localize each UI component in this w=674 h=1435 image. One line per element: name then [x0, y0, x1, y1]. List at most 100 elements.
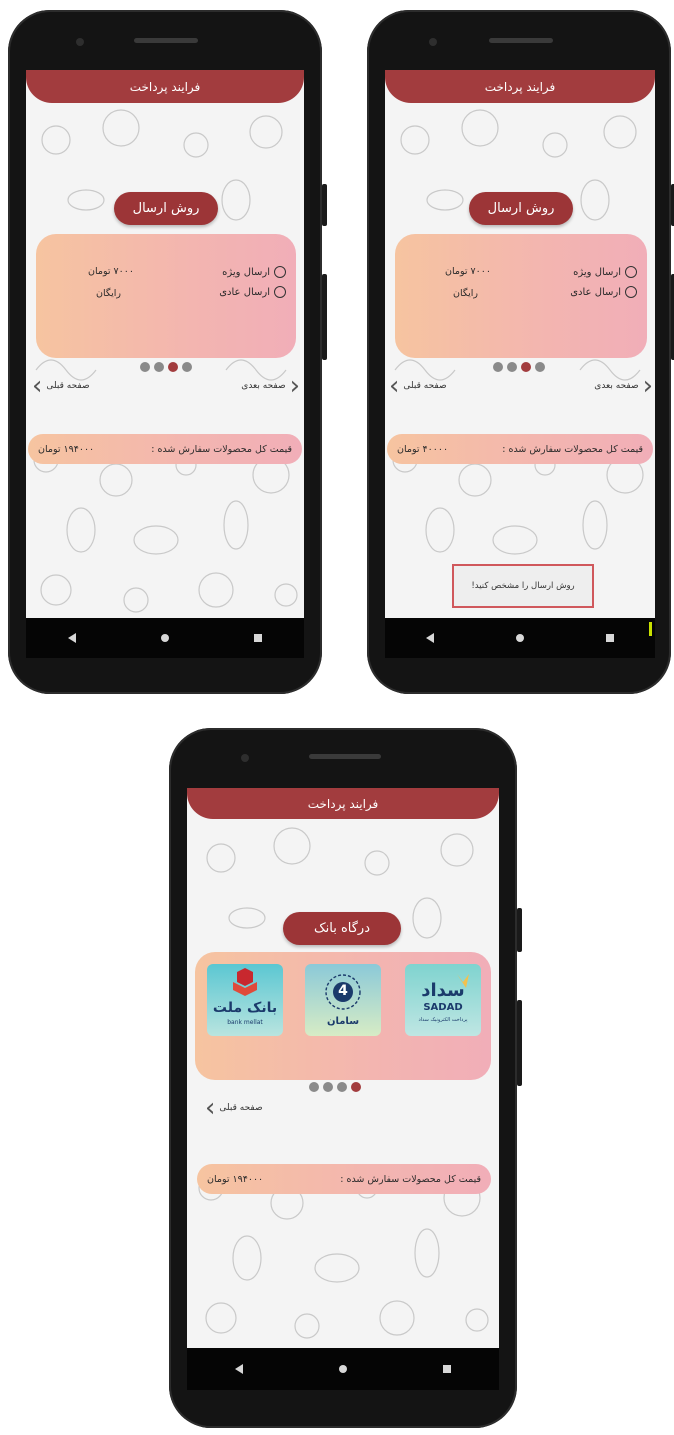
option-express-price: ۷۰۰۰ تومان	[445, 266, 491, 277]
radio-express[interactable]	[625, 266, 637, 278]
green-edge-marker	[649, 622, 652, 636]
back-icon[interactable]	[235, 1364, 243, 1374]
page-dot	[323, 1082, 333, 1092]
saman-logo-text: سامان	[326, 1016, 360, 1027]
page-dot	[154, 362, 164, 372]
power-button	[322, 184, 327, 226]
pill-label: روش ارسال	[132, 201, 200, 216]
app-screen: فرایند پرداخت درگاه بانک سداد SADAD پردا…	[187, 788, 499, 1348]
recents-icon[interactable]	[253, 634, 262, 642]
chevron-right-icon: ›	[642, 371, 653, 401]
chevron-left-icon: ‹	[205, 1093, 216, 1123]
phone-bottom: فرایند پرداخت درگاه بانک سداد SADAD پردا…	[169, 728, 522, 1428]
page-dot	[182, 362, 192, 372]
bank-mellat-button[interactable]: بانک ملت bank mellat	[207, 964, 283, 1036]
earpiece-speaker	[309, 754, 381, 759]
shipping-options-card: ارسال ویژه ۷۰۰۰ تومان ارسال عادی رایگان	[395, 234, 647, 358]
option-express[interactable]: ارسال ویژه	[222, 266, 286, 278]
next-page-button[interactable]: صفحه بعدی ›	[241, 371, 300, 401]
page-dot	[140, 362, 150, 372]
option-standard-price: رایگان	[96, 288, 121, 299]
bank-saman-button[interactable]: 4 سامان	[305, 964, 381, 1036]
total-value: ۴۰۰۰۰ تومان	[397, 443, 449, 455]
order-total-bar: قیمت کل محصولات سفارش شده : ۱۹۴۰۰۰ تومان	[28, 434, 302, 464]
phone-right: فرایند پرداخت روش ارسال ارسال ویژه ۷۰۰۰ …	[367, 10, 674, 694]
home-icon[interactable]	[339, 1365, 347, 1373]
next-page-label: صفحه بعدی	[594, 381, 639, 391]
chevron-left-icon: ‹	[32, 371, 43, 401]
pill-label: روش ارسال	[487, 201, 555, 216]
pill-label: درگاه بانک	[314, 921, 370, 936]
back-icon[interactable]	[426, 633, 434, 643]
bank-gateway-pill: درگاه بانک	[283, 912, 401, 945]
header-title: فرایند پرداخت	[307, 796, 379, 811]
bank-sadad-button[interactable]: سداد SADAD پرداخت الکترونیک سداد	[405, 964, 481, 1036]
total-value: ۱۹۴۰۰۰ تومان	[207, 1173, 264, 1185]
option-express[interactable]: ارسال ویژه	[573, 266, 637, 278]
option-standard-label: ارسال عادی	[219, 286, 270, 298]
total-label: قیمت کل محصولات سفارش شده :	[151, 443, 292, 455]
page-dot-active	[168, 362, 178, 372]
home-icon[interactable]	[516, 634, 524, 642]
validation-toast: روش ارسال را مشخص کنید!	[452, 564, 594, 608]
page-dot	[309, 1082, 319, 1092]
header-title: فرایند پرداخت	[129, 79, 201, 94]
mellat-logo-text: بانک ملت	[212, 1000, 278, 1016]
total-label: قیمت کل محصولات سفارش شده :	[502, 443, 643, 455]
phone-left: فرایند پرداخت روش ارسال ارسال ویژه ۷۰۰۰ …	[8, 10, 327, 694]
radio-express[interactable]	[274, 266, 286, 278]
sadad-logo-sub: SADAD	[423, 1002, 463, 1013]
saman-logo-number: 4	[338, 983, 348, 999]
power-button	[517, 908, 522, 952]
app-screen: فرایند پرداخت روش ارسال ارسال ویژه ۷۰۰۰ …	[385, 70, 655, 618]
front-camera	[241, 754, 249, 762]
chevron-right-icon: ›	[289, 371, 300, 401]
page-indicator	[309, 1082, 361, 1092]
front-camera	[76, 38, 84, 46]
page-dot-active	[521, 362, 531, 372]
earpiece-speaker	[134, 38, 198, 43]
option-standard-price: رایگان	[453, 288, 478, 299]
radio-standard[interactable]	[625, 286, 637, 298]
next-page-label: صفحه بعدی	[241, 381, 286, 391]
order-total-bar: قیمت کل محصولات سفارش شده : ۴۰۰۰۰ تومان	[387, 434, 653, 464]
prev-page-button[interactable]: ‹ صفحه قبلی	[32, 371, 90, 401]
option-express-label: ارسال ویژه	[573, 266, 621, 278]
recents-icon[interactable]	[606, 634, 614, 642]
shipping-options-card: ارسال ویژه ۷۰۰۰ تومان ارسال عادی رایگان	[36, 234, 296, 358]
bank-gateway-card: سداد SADAD پرداخت الکترونیک سداد 4 سامان	[195, 952, 491, 1080]
page-dot	[493, 362, 503, 372]
total-value: ۱۹۴۰۰۰ تومان	[38, 443, 95, 455]
volume-button	[517, 1000, 522, 1086]
page-dot-active	[351, 1082, 361, 1092]
prev-page-label: صفحه قبلی	[46, 381, 90, 391]
prev-page-label: صفحه قبلی	[403, 381, 447, 391]
app-screen: فرایند پرداخت روش ارسال ارسال ویژه ۷۰۰۰ …	[26, 70, 304, 618]
header-bar: فرایند پرداخت	[385, 70, 655, 103]
option-standard-label: ارسال عادی	[570, 286, 621, 298]
order-total-bar: قیمت کل محصولات سفارش شده : ۱۹۴۰۰۰ تومان	[197, 1164, 491, 1194]
prev-page-button[interactable]: ‹ صفحه قبلی	[389, 371, 447, 401]
option-express-price: ۷۰۰۰ تومان	[88, 266, 134, 277]
header-bar: فرایند پرداخت	[26, 70, 304, 103]
front-camera	[429, 38, 437, 46]
radio-standard[interactable]	[274, 286, 286, 298]
page-dot	[535, 362, 545, 372]
option-standard[interactable]: ارسال عادی	[570, 286, 637, 298]
home-icon[interactable]	[160, 634, 169, 642]
prev-page-button[interactable]: ‹ صفحه قبلی	[205, 1093, 263, 1123]
page-dot	[507, 362, 517, 372]
chevron-left-icon: ‹	[389, 371, 400, 401]
total-label: قیمت کل محصولات سفارش شده :	[340, 1173, 481, 1185]
system-nav-bar	[26, 618, 304, 658]
back-icon[interactable]	[68, 633, 77, 643]
option-standard[interactable]: ارسال عادی	[219, 286, 286, 298]
header-title: فرایند پرداخت	[484, 79, 556, 94]
recents-icon[interactable]	[443, 1365, 451, 1373]
page-indicator	[140, 362, 192, 372]
shipping-method-pill: روش ارسال	[114, 192, 218, 225]
prev-page-label: صفحه قبلی	[219, 1103, 263, 1113]
page-dot	[337, 1082, 347, 1092]
shipping-method-pill: روش ارسال	[469, 192, 573, 225]
next-page-button[interactable]: صفحه بعدی ›	[594, 371, 653, 401]
